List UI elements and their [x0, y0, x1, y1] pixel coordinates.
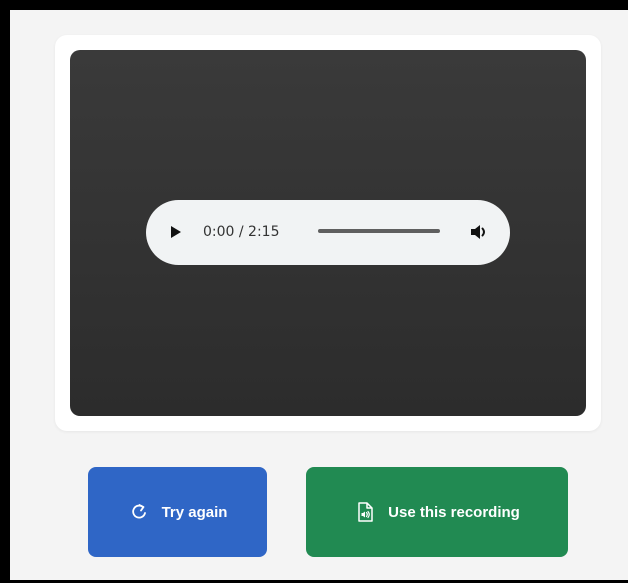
volume-icon — [471, 225, 485, 239]
volume-button[interactable] — [468, 221, 490, 243]
time-display: 0:00 / 2:15 — [203, 224, 280, 240]
audio-player: 0:00 / 2:15 — [146, 200, 510, 265]
use-recording-button[interactable]: Use this recording — [306, 467, 568, 557]
app-frame: 0:00 / 2:15 Try again Use this recording — [10, 10, 628, 580]
player-panel: 0:00 / 2:15 — [70, 50, 586, 416]
redo-icon — [131, 504, 146, 519]
try-again-button[interactable]: Try again — [88, 467, 267, 557]
try-again-label: Try again — [161, 503, 228, 521]
audio-file-icon — [358, 502, 373, 522]
play-button[interactable] — [166, 222, 186, 242]
play-icon — [171, 226, 181, 238]
progress-slider[interactable] — [318, 229, 440, 233]
recording-card: 0:00 / 2:15 — [55, 35, 601, 431]
use-recording-label: Use this recording — [388, 503, 520, 521]
